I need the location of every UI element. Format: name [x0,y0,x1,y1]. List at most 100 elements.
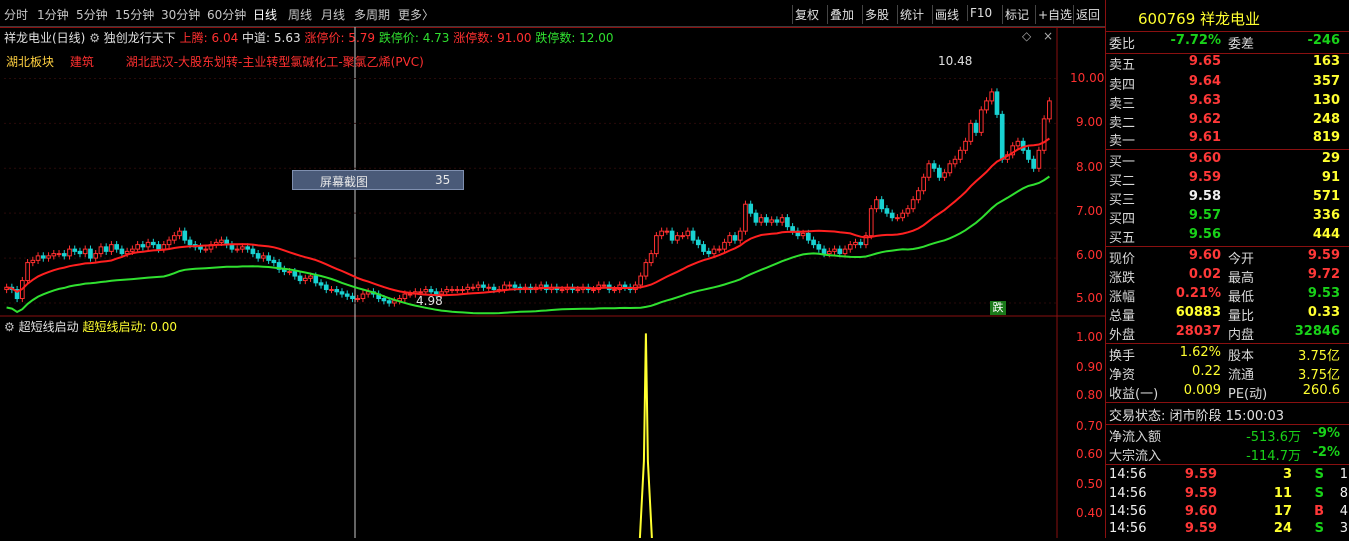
candle-body [82,248,88,255]
candle-body [821,248,827,255]
mark-button[interactable]: 标记 [1002,5,1031,24]
candle-body [323,284,329,291]
industry-tag[interactable]: 建筑 [70,55,94,69]
stats-button[interactable]: 统计 [897,5,926,24]
stat-row: 现价 9.60 今开 9.59 [1106,248,1346,268]
candle-body [145,241,151,248]
candle-body [711,248,717,255]
candle-body [423,289,429,293]
multi-stock-button[interactable]: 多股 [862,5,891,24]
stat-label: 今开 [1228,252,1255,267]
sub-indicator-value: 超短线启动: 0.00 [82,320,178,334]
close-icon[interactable]: × [1043,29,1053,43]
tick-price: 9.59 [1184,467,1217,482]
candle-body [874,199,879,210]
candle-body [806,232,811,241]
candle-body [140,244,146,248]
candle-body [512,284,518,288]
candle-body [889,212,895,219]
sub-settings-icon[interactable]: ⚙ [4,320,15,334]
candle-body [685,230,691,237]
period-tab-15min[interactable]: 15分钟 [115,6,154,23]
candle-body [753,212,759,223]
settings-icon[interactable]: ⚙ [89,31,100,45]
indicator-name[interactable]: 独创龙行天下 [104,31,176,45]
tooltip-value: 35 [435,173,451,187]
fund-value: 1.62% [1179,345,1221,360]
kline-chart-svg[interactable] [0,27,1105,539]
candle-body [444,289,450,293]
ask-row: 卖一 9.61 819 [1106,130,1346,150]
stat-value: 0.33 [1307,305,1340,320]
fund-label: 收益(一) [1109,387,1159,402]
candle-body [475,284,481,288]
period-tab-weekly[interactable]: 周线 [288,6,312,23]
period-tab-30min[interactable]: 30分钟 [161,6,200,23]
stat-label: 外盘 [1109,328,1136,343]
candle-body [56,253,62,256]
concept-tag[interactable]: 湖北武汉-大股东划转-主业转型氯碱化工-聚氯乙烯(PVC) [126,55,424,69]
candle-body [978,109,984,133]
bid-volume: 571 [1312,189,1340,204]
stock-code: 600769 [1138,10,1196,28]
draw-line-button[interactable]: 画线 [932,5,961,24]
candle-body [559,289,565,292]
bid-price: 9.59 [1188,170,1221,185]
period-tab-fenshi[interactable]: 分时 [4,6,28,23]
stat-label: 量比 [1228,309,1255,324]
limit-up-count: 涨停数: 91.00 [453,31,532,45]
tick-time: 14:56 [1109,486,1147,501]
diamond-icon[interactable]: ◇ [1022,29,1031,43]
candle-body [858,241,864,246]
stat-label: 最高 [1228,271,1255,286]
tick-price: 9.59 [1184,521,1217,536]
ask-row: 卖五 9.65 163 [1106,54,1346,74]
tick-row: 14:56 9.59 11 S 8 [1106,486,1348,506]
candle-body [942,172,947,178]
overlay-button[interactable]: 叠加 [827,5,856,24]
candle-body [46,255,51,259]
sub-axis-label: 1.00 [1076,330,1103,344]
period-tab-1min[interactable]: 1分钟 [37,6,69,23]
back-button[interactable]: 返回 [1073,5,1102,24]
candle-body [339,291,345,295]
candle-body [250,248,256,255]
period-tab-60min[interactable]: 60分钟 [207,6,246,23]
candle-body [1036,149,1042,169]
candle-body [832,248,837,252]
fund-row: 净资 0.22 流通 3.75亿 [1106,364,1346,384]
divider [1106,343,1349,344]
kline-chart-area[interactable]: 祥龙电业(日线) ⚙ 独创龙行天下 上腾: 6.04 中道: 5.63 涨停价:… [0,27,1105,539]
sub-indicator-name[interactable]: 超短线启动 [19,320,79,334]
stat-row: 涨幅 0.21% 最低 9.53 [1106,286,1346,306]
sub-axis-label: 0.70 [1076,419,1103,433]
sector-tag[interactable]: 湖北板块 [6,55,54,69]
add-watchlist-button[interactable]: +自选 [1035,5,1074,24]
fuquan-button[interactable]: 复权 [792,5,821,24]
candle-body [769,219,774,223]
stat-value: 60883 [1175,305,1221,320]
candle-body [428,289,434,293]
period-tab-5min[interactable]: 5分钟 [76,6,108,23]
weicha-value: -246 [1307,33,1340,48]
tick-volume: 11 [1273,486,1292,501]
ask-row: 卖四 9.64 357 [1106,74,1346,94]
tick-price: 9.59 [1184,486,1217,501]
period-tab-daily[interactable]: 日线 [253,6,277,23]
candle-body [88,248,93,259]
candle-body [868,208,874,237]
candle-body [926,163,932,178]
candle-body [161,244,167,250]
period-tab-multi[interactable]: 多周期 [354,6,390,23]
candle-body [743,203,748,232]
candle-body [764,217,769,223]
tick-price: 9.60 [1184,504,1217,519]
tick-time: 14:56 [1109,504,1147,519]
tick-row: 14:56 9.59 24 S 3 [1106,521,1348,541]
candle-body [638,275,643,286]
period-tab-monthly[interactable]: 月线 [321,6,345,23]
candle-body [790,226,795,232]
period-tab-more[interactable]: 更多〉 [398,6,434,23]
ask-price: 9.62 [1188,112,1221,127]
f10-button[interactable]: F10 [967,5,994,21]
